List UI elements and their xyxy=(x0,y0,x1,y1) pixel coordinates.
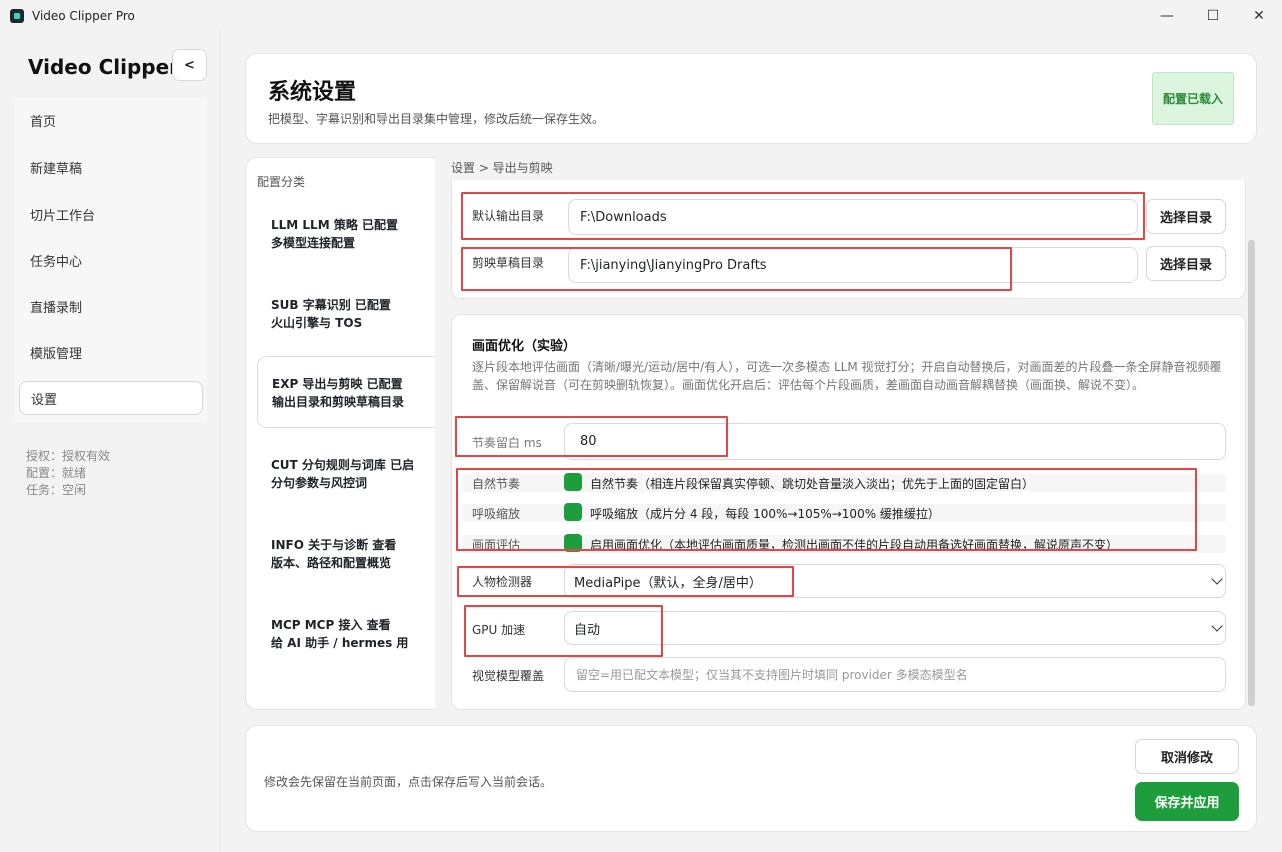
frame-eval-text: 启用画面优化（本地评估画面质量，检测出画面不佳的片段自动用备选好画面替换，解说原… xyxy=(590,538,1119,552)
category-item-cut[interactable]: CUT 分句规则与词库 已启 分句参数与风控词 xyxy=(257,442,435,512)
category-desc: 分句参数与风控词 xyxy=(271,476,368,490)
breadcrumb: 设置 > 导出与剪映 xyxy=(451,161,553,175)
detector-select[interactable]: MediaPipe（默认，全身/居中） xyxy=(564,564,1226,598)
category-title: LLM LLM 策略 已配置 xyxy=(271,218,399,232)
chevron-down-icon xyxy=(1211,573,1223,585)
category-title: MCP MCP 接入 查看 xyxy=(271,618,391,632)
save-apply-button[interactable]: 保存并应用 xyxy=(1135,782,1239,821)
category-title: INFO 关于与诊断 查看 xyxy=(271,538,397,552)
category-heading: 配置分类 xyxy=(257,175,306,189)
category-title: SUB 字幕识别 已配置 xyxy=(271,298,391,312)
footer-hint: 修改会先保留在当前页面，点击保存后写入当前会话。 xyxy=(264,775,553,789)
choose-output-dir-button[interactable]: 选择目录 xyxy=(1146,199,1226,234)
breath-zoom-row: 呼吸缩放 呼吸缩放（成片分 4 段，每段 100%→105%→100% 缓推缓拉… xyxy=(462,503,1226,522)
category-title: EXP 导出与剪映 已配置 xyxy=(272,377,403,391)
scrollbar[interactable] xyxy=(1248,240,1255,706)
natural-rhythm-checkbox[interactable] xyxy=(564,473,582,491)
sidebar: Video Clipper < 首页 新建草稿 切片工作台 任务中心 直播录制 … xyxy=(0,31,220,852)
close-button[interactable]: ✕ xyxy=(1236,0,1282,31)
sidebar-item-settings[interactable]: 设置 xyxy=(19,381,203,415)
minimize-button[interactable]: — xyxy=(1144,0,1190,31)
breath-zoom-text: 呼吸缩放（成片分 4 段，每段 100%→105%→100% 缓推缓拉） xyxy=(590,507,940,521)
page-subtitle: 把模型、字幕识别和导出目录集中管理，修改后统一保存生效。 xyxy=(268,112,605,126)
chevron-down-icon xyxy=(1211,620,1223,632)
frame-eval-row: 画面评估 启用画面优化（本地评估画面质量，检测出画面不佳的片段自动用备选好画面替… xyxy=(462,534,1226,553)
breath-zoom-label: 呼吸缩放 xyxy=(472,507,521,521)
choose-draft-dir-button[interactable]: 选择目录 xyxy=(1146,246,1226,281)
category-desc: 多模型连接配置 xyxy=(271,236,356,250)
sidebar-item-clip-workbench[interactable]: 切片工作台 xyxy=(15,197,207,231)
gpu-select[interactable]: 自动 xyxy=(564,611,1226,645)
collapse-sidebar-button[interactable]: < xyxy=(172,49,207,81)
status-task: 任务：空闲 xyxy=(26,483,87,497)
sidebar-item-live-record[interactable]: 直播录制 xyxy=(15,289,207,323)
sidebar-item-task-center[interactable]: 任务中心 xyxy=(15,243,207,277)
status-badge: 配置已载入 xyxy=(1152,72,1234,125)
category-item-mcp[interactable]: MCP MCP 接入 查看 给 AI 助手 / hermes 用 xyxy=(257,602,435,672)
status-config: 配置：就绪 xyxy=(26,466,87,480)
category-title: CUT 分句规则与词库 已启 xyxy=(271,458,415,472)
natural-rhythm-text: 自然节奏（相连片段保留真实停顿、跳切处音量淡入淡出；优先于上面的固定留白） xyxy=(590,477,1035,491)
sidebar-nav: 首页 新建草稿 切片工作台 任务中心 直播录制 模版管理 设置 xyxy=(15,97,207,423)
category-desc: 输出目录和剪映草稿目录 xyxy=(272,395,405,409)
breath-zoom-checkbox[interactable] xyxy=(564,503,582,521)
rhythm-gap-input[interactable]: 80 xyxy=(564,423,1226,460)
optimize-title: 画面优化（实验） xyxy=(472,339,577,354)
cancel-button[interactable]: 取消修改 xyxy=(1135,739,1239,774)
page-title: 系统设置 xyxy=(268,80,357,105)
output-dir-input[interactable]: F:\Downloads xyxy=(568,199,1138,235)
sidebar-item-new-draft[interactable]: 新建草稿 xyxy=(15,150,207,184)
maximize-button[interactable]: ☐ xyxy=(1190,0,1236,31)
sidebar-item-templates[interactable]: 模版管理 xyxy=(15,335,207,369)
category-item-llm[interactable]: LLM LLM 策略 已配置 多模型连接配置 xyxy=(257,202,435,272)
gpu-label: GPU 加速 xyxy=(472,623,526,637)
category-desc: 给 AI 助手 / hermes 用 xyxy=(271,636,409,650)
detector-label: 人物检测器 xyxy=(472,575,533,589)
category-item-sub[interactable]: SUB 字幕识别 已配置 火山引擎与 TOS xyxy=(257,282,435,352)
app-logo-icon xyxy=(10,8,24,23)
status-license: 授权：授权有效 xyxy=(26,449,111,463)
category-desc: 版本、路径和配置概览 xyxy=(271,556,392,570)
vision-model-input[interactable]: 留空=用已配文本模型；仅当其不支持图片时填同 provider 多模态模型名 xyxy=(564,657,1226,692)
gpu-value: 自动 xyxy=(574,622,601,638)
title-bar: Video Clipper Pro — ☐ ✕ xyxy=(0,0,1282,31)
header-card: 系统设置 把模型、字幕识别和导出目录集中管理，修改后统一保存生效。 配置已载入 xyxy=(245,53,1257,144)
frame-eval-checkbox[interactable] xyxy=(564,534,582,552)
category-item-info[interactable]: INFO 关于与诊断 查看 版本、路径和配置概览 xyxy=(257,522,435,592)
category-panel: 配置分类 LLM LLM 策略 已配置 多模型连接配置 SUB 字幕识别 已配置… xyxy=(245,157,435,710)
optimize-description: 逐片段本地评估画面（清晰/曝光/运动/居中/有人），可选一次多模态 LLM 视觉… xyxy=(472,360,1222,392)
natural-rhythm-label: 自然节奏 xyxy=(472,477,521,491)
output-dir-label: 默认输出目录 xyxy=(472,209,545,223)
rhythm-gap-label: 节奏留白 ms xyxy=(472,436,542,450)
category-item-exp[interactable]: EXP 导出与剪映 已配置 输出目录和剪映草稿目录 xyxy=(257,356,435,428)
footer-card: 修改会先保留在当前页面，点击保存后写入当前会话。 取消修改 保存并应用 xyxy=(245,725,1257,832)
detector-value: MediaPipe（默认，全身/居中） xyxy=(574,575,762,591)
category-desc: 火山引擎与 TOS xyxy=(271,316,363,330)
sidebar-item-home[interactable]: 首页 xyxy=(15,103,207,137)
brand-title: Video Clipper xyxy=(28,55,180,79)
frame-eval-label: 画面评估 xyxy=(472,538,521,552)
draft-dir-input[interactable]: F:\jianying\JianyingPro Drafts xyxy=(568,247,1138,283)
window-title: Video Clipper Pro xyxy=(32,8,135,23)
natural-rhythm-row: 自然节奏 自然节奏（相连片段保留真实停顿、跳切处音量淡入淡出；优先于上面的固定留… xyxy=(462,473,1226,492)
vision-model-label: 视觉模型覆盖 xyxy=(472,669,545,683)
draft-dir-label: 剪映草稿目录 xyxy=(472,256,545,270)
